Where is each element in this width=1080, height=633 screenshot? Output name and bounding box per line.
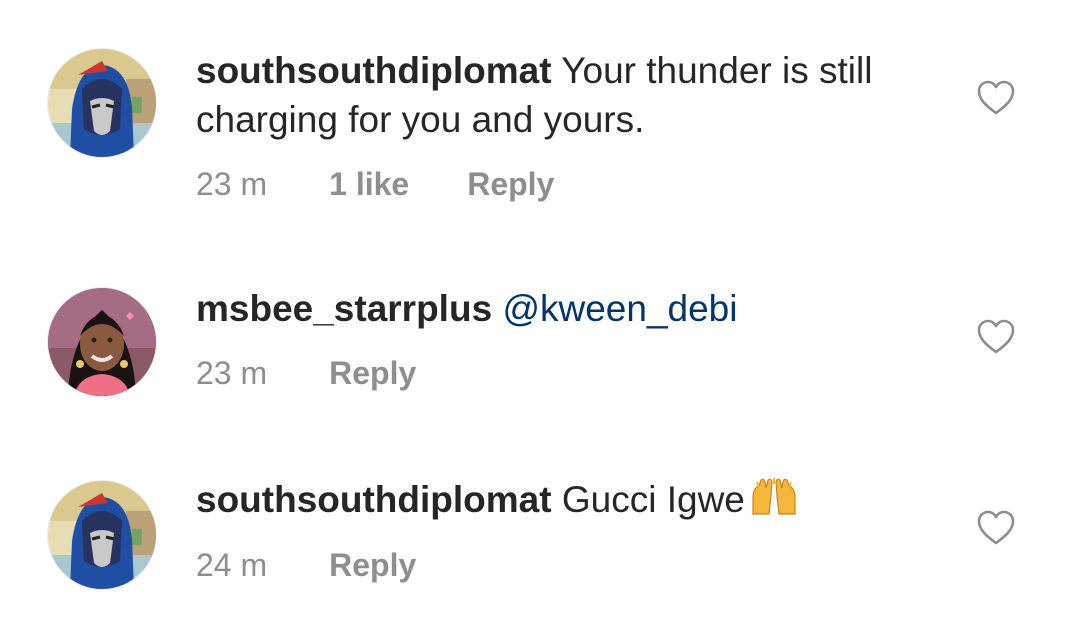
heart-outline-icon: [977, 319, 1015, 354]
heart-outline-icon: [977, 80, 1015, 115]
avatar[interactable]: [48, 49, 156, 157]
reply-button[interactable]: Reply: [329, 353, 416, 393]
profile-photo-avatar: [48, 288, 156, 396]
cartoon-character-avatar-icon: [48, 49, 156, 157]
timestamp: 23 m: [196, 166, 268, 202]
heart-outline-icon: [977, 510, 1015, 545]
comment-meta: 23 m Reply: [196, 353, 416, 393]
mention-link[interactable]: @kween_debi: [502, 288, 737, 329]
avatar[interactable]: [48, 481, 156, 589]
username[interactable]: southsouthdiplomat: [196, 50, 552, 91]
likes-count[interactable]: 1 like: [329, 164, 409, 204]
timestamp: 23 m: [196, 355, 268, 391]
comment-text: southsouthdiplomat Gucci Igwe: [196, 475, 896, 528]
avatar[interactable]: [48, 288, 156, 396]
like-button[interactable]: [977, 510, 1015, 546]
raising-hands-emoji-icon: [749, 478, 799, 528]
like-button[interactable]: [977, 80, 1015, 116]
username[interactable]: southsouthdiplomat: [196, 479, 552, 520]
comment-meta: 24 m Reply: [196, 545, 416, 585]
comment-body: Gucci Igwe: [561, 479, 745, 520]
timestamp: 24 m: [196, 547, 268, 583]
reply-button[interactable]: Reply: [329, 545, 416, 585]
comment-meta: 23 m 1 like Reply: [196, 164, 554, 204]
username[interactable]: msbee_starrplus: [196, 288, 492, 329]
like-button[interactable]: [977, 319, 1015, 355]
comment-text: msbee_starrplus @kween_debi: [196, 284, 896, 333]
cartoon-character-avatar-icon: [48, 481, 156, 589]
reply-button[interactable]: Reply: [467, 164, 554, 204]
comment-text: southsouthdiplomat Your thunder is still…: [196, 46, 896, 144]
